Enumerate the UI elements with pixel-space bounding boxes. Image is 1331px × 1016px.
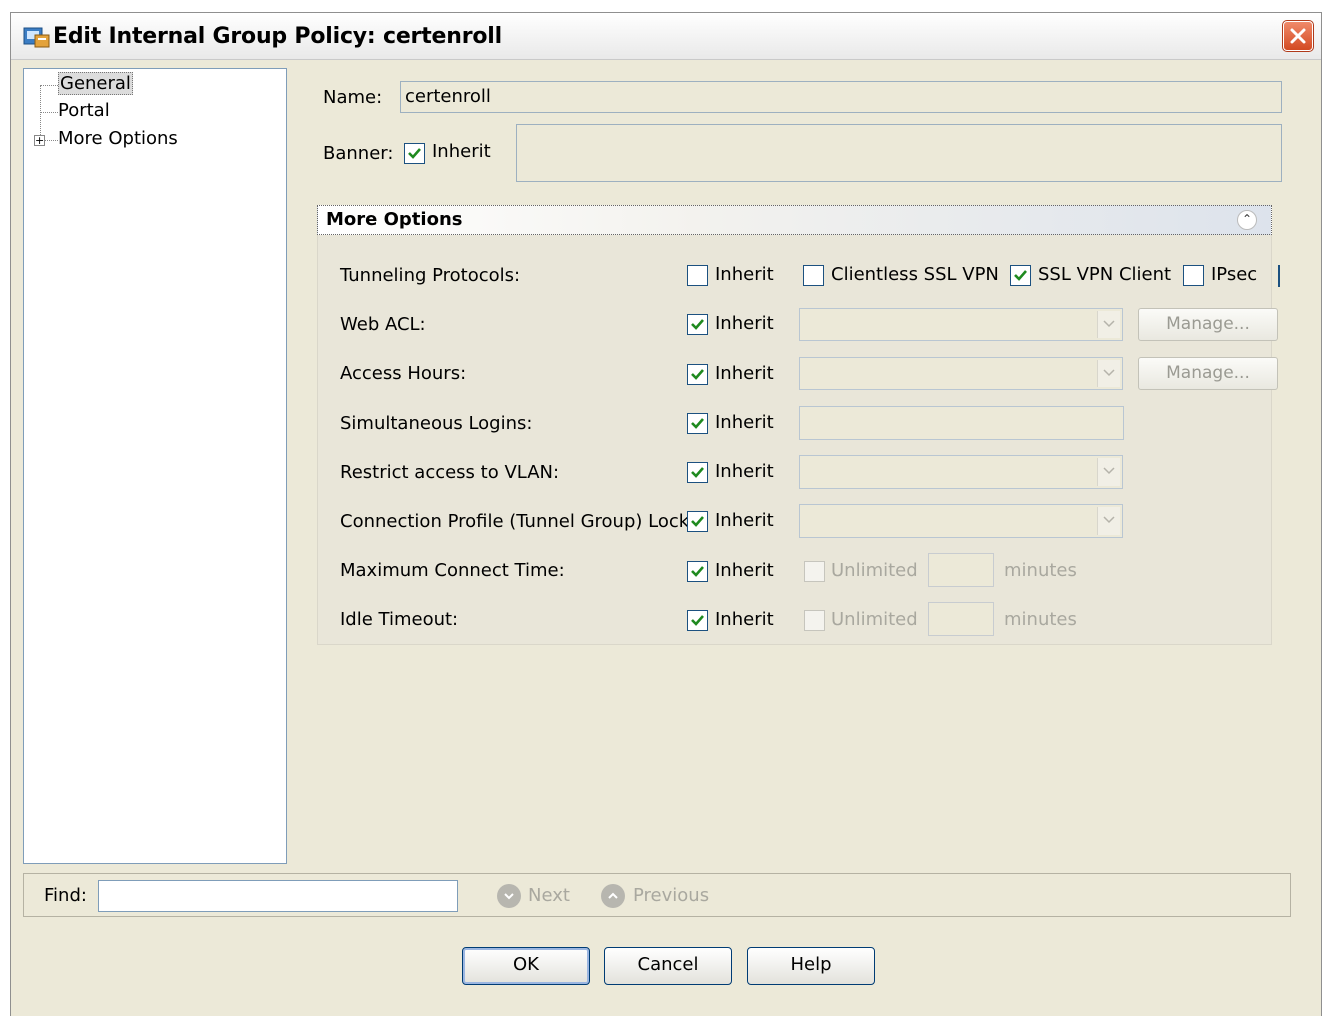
help-button[interactable]: Help	[747, 947, 875, 985]
find-bar: Find: Next Previous	[23, 873, 1291, 917]
banner-inherit-label: Inherit	[432, 141, 491, 162]
tree-expand-icon[interactable]: +	[34, 135, 45, 146]
idle-timeout-inherit-checkbox[interactable]	[687, 610, 708, 631]
name-field[interactable]: certenroll	[400, 81, 1282, 113]
restrict-vlan-select[interactable]	[799, 455, 1123, 489]
ipsec-checkbox[interactable]	[1183, 265, 1204, 286]
tree-connector	[40, 112, 58, 113]
tree-connector	[40, 85, 58, 86]
access-hours-manage-button[interactable]: Manage...	[1138, 357, 1278, 390]
more-options-header[interactable]: More Options ⌃	[317, 205, 1272, 235]
check-icon	[691, 566, 704, 577]
idle-timeout-unlimited-label: Unlimited	[831, 609, 918, 630]
find-label: Find:	[44, 885, 87, 906]
check-icon	[691, 615, 704, 626]
previous-button[interactable]	[601, 884, 625, 908]
app-icon	[23, 27, 50, 48]
next-label: Next	[528, 885, 570, 906]
access-hours-label: Access Hours:	[340, 363, 467, 384]
arrow-up-icon	[608, 892, 618, 899]
tree-item-label: General	[58, 72, 133, 95]
dropdown-arrow	[1097, 507, 1120, 535]
close-button[interactable]	[1282, 20, 1314, 52]
max-connect-time-inherit-checkbox[interactable]	[687, 561, 708, 582]
simultaneous-logins-inherit-label: Inherit	[715, 412, 774, 433]
check-icon	[691, 516, 704, 527]
tunneling-protocols-label: Tunneling Protocols:	[340, 265, 521, 286]
collapse-chevron-icon[interactable]: ⌃	[1237, 210, 1257, 230]
max-connect-minutes-label: minutes	[1004, 560, 1077, 581]
more-options-title: More Options	[326, 209, 463, 230]
idle-timeout-minutes-field[interactable]	[928, 602, 994, 636]
web-acl-inherit-label: Inherit	[715, 313, 774, 334]
dropdown-arrow	[1097, 458, 1120, 486]
web-acl-select[interactable]	[799, 308, 1123, 341]
max-connect-unlimited-label: Unlimited	[831, 560, 918, 581]
banner-inherit-checkbox[interactable]	[404, 143, 425, 164]
next-button[interactable]	[497, 884, 521, 908]
access-hours-select[interactable]	[799, 357, 1123, 390]
chevron-down-icon	[1103, 320, 1115, 328]
check-icon	[1014, 270, 1027, 281]
clientless-ssl-vpn-label: Clientless SSL VPN	[831, 264, 999, 285]
dropdown-arrow	[1097, 360, 1120, 387]
tree-item-portal[interactable]: Portal	[58, 100, 110, 121]
banner-textarea[interactable]	[516, 124, 1282, 182]
max-connect-minutes-field[interactable]	[928, 553, 994, 587]
idle-timeout-label: Idle Timeout:	[340, 609, 459, 630]
overflow-indicator	[1278, 265, 1280, 287]
check-icon	[691, 319, 704, 330]
tree-item-general[interactable]: General	[58, 72, 133, 95]
find-input[interactable]	[98, 880, 458, 912]
check-icon	[408, 148, 421, 159]
idle-timeout-inherit-label: Inherit	[715, 609, 774, 630]
web-acl-label: Web ACL:	[340, 314, 426, 335]
simultaneous-logins-inherit-checkbox[interactable]	[687, 413, 708, 434]
cancel-button[interactable]: Cancel	[604, 947, 732, 985]
max-connect-unlimited-checkbox[interactable]	[804, 561, 825, 582]
ssl-vpn-client-label: SSL VPN Client	[1038, 264, 1172, 285]
check-icon	[691, 369, 704, 380]
name-label: Name:	[323, 87, 383, 108]
check-icon	[691, 467, 704, 478]
check-icon	[691, 418, 704, 429]
close-icon	[1290, 28, 1306, 44]
title-bar[interactable]: Edit Internal Group Policy: certenroll	[11, 13, 1321, 60]
simultaneous-logins-label: Simultaneous Logins:	[340, 413, 533, 434]
previous-label: Previous	[633, 885, 710, 906]
restrict-vlan-label: Restrict access to VLAN:	[340, 462, 560, 483]
dropdown-arrow	[1097, 311, 1120, 338]
ok-button[interactable]: OK	[462, 947, 590, 985]
idle-timeout-minutes-label: minutes	[1004, 609, 1077, 630]
restrict-vlan-inherit-checkbox[interactable]	[687, 462, 708, 483]
name-value: certenroll	[405, 86, 491, 107]
access-hours-inherit-checkbox[interactable]	[687, 364, 708, 385]
tunnel-group-lock-label: Connection Profile (Tunnel Group) Lock:	[340, 511, 696, 532]
tree-connector	[45, 140, 58, 141]
tunneling-inherit-label: Inherit	[715, 264, 774, 285]
arrow-down-icon	[504, 893, 514, 900]
idle-timeout-unlimited-checkbox[interactable]	[804, 610, 825, 631]
web-acl-inherit-checkbox[interactable]	[687, 314, 708, 335]
banner-label: Banner:	[323, 143, 394, 164]
ipsec-label: IPsec	[1211, 264, 1258, 285]
tunnel-group-lock-inherit-checkbox[interactable]	[687, 511, 708, 532]
web-acl-manage-button[interactable]: Manage...	[1138, 308, 1278, 341]
tunnel-group-lock-inherit-label: Inherit	[715, 510, 774, 531]
chevron-down-icon	[1103, 467, 1115, 475]
simultaneous-logins-field[interactable]	[799, 406, 1124, 440]
max-connect-time-inherit-label: Inherit	[715, 560, 774, 581]
tree-item-more-options[interactable]: More Options	[58, 128, 178, 149]
dialog-title: Edit Internal Group Policy: certenroll	[53, 24, 502, 49]
max-connect-time-label: Maximum Connect Time:	[340, 560, 565, 581]
access-hours-inherit-label: Inherit	[715, 363, 774, 384]
nav-tree[interactable]: + General Portal More Options	[23, 68, 287, 864]
clientless-ssl-vpn-checkbox[interactable]	[803, 265, 824, 286]
chevron-down-icon	[1103, 369, 1115, 377]
tunneling-inherit-checkbox[interactable]	[687, 265, 708, 286]
chevron-down-icon	[1103, 516, 1115, 524]
ssl-vpn-client-checkbox[interactable]	[1010, 265, 1031, 286]
tunnel-group-lock-select[interactable]	[799, 504, 1123, 538]
restrict-vlan-inherit-label: Inherit	[715, 461, 774, 482]
